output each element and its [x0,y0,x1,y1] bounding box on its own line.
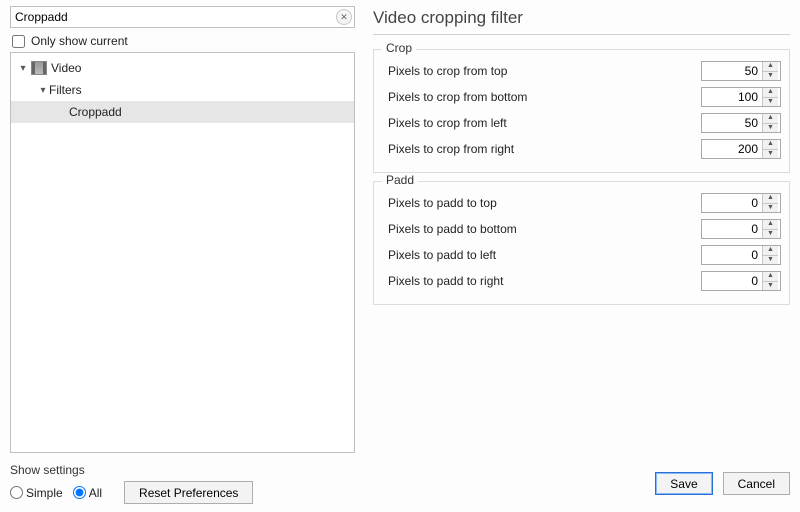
step-down-icon[interactable]: ▼ [763,97,778,107]
right-panel: Video cropping filter Crop Pixels to cro… [373,6,790,453]
tree-node-croppadd[interactable]: Croppadd [11,101,354,123]
footer: Show settings Simple All Reset Preferenc… [10,453,790,504]
crop-top-input[interactable] [702,62,762,80]
crop-right-input[interactable] [702,140,762,158]
padd-bottom-spinbox[interactable]: ▲▼ [701,219,781,239]
only-show-current-checkbox[interactable] [12,35,25,48]
divider [373,34,790,35]
preferences-tree[interactable]: ▾ Video ▾ Filters Croppadd [10,52,355,453]
save-button[interactable]: Save [655,472,712,495]
field-label: Pixels to padd to top [382,196,701,210]
group-padd: Padd Pixels to padd to top ▲▼ Pixels to … [373,181,790,305]
step-up-icon[interactable]: ▲ [763,88,778,97]
step-up-icon[interactable]: ▲ [763,140,778,149]
radio-all-input[interactable] [73,486,86,499]
field-crop-left: Pixels to crop from left ▲▼ [382,110,781,136]
field-padd-top: Pixels to padd to top ▲▼ [382,190,781,216]
step-up-icon[interactable]: ▲ [763,194,778,203]
field-label: Pixels to padd to right [382,274,701,288]
tree-node-label: Video [51,61,81,75]
cancel-button[interactable]: Cancel [723,472,790,495]
step-up-icon[interactable]: ▲ [763,62,778,71]
search-input[interactable] [10,6,355,28]
radio-all-label: All [89,486,102,500]
step-up-icon[interactable]: ▲ [763,246,778,255]
step-down-icon[interactable]: ▼ [763,203,778,213]
crop-left-input[interactable] [702,114,762,132]
padd-bottom-input[interactable] [702,220,762,238]
group-padd-title: Padd [382,173,418,187]
padd-left-input[interactable] [702,246,762,264]
video-icon [31,61,47,75]
left-panel: ✕ Only show current ▾ Video ▾ Filters [10,6,355,453]
radio-simple-label: Simple [26,486,63,500]
padd-top-input[interactable] [702,194,762,212]
field-label: Pixels to crop from bottom [382,90,701,104]
step-down-icon[interactable]: ▼ [763,229,778,239]
field-crop-bottom: Pixels to crop from bottom ▲▼ [382,84,781,110]
field-label: Pixels to padd to left [382,248,701,262]
tree-node-label: Croppadd [69,105,122,119]
step-down-icon[interactable]: ▼ [763,281,778,291]
crop-bottom-spinbox[interactable]: ▲▼ [701,87,781,107]
show-settings-label: Show settings [10,463,253,477]
reset-preferences-button[interactable]: Reset Preferences [124,481,253,504]
step-down-icon[interactable]: ▼ [763,149,778,159]
step-down-icon[interactable]: ▼ [763,123,778,133]
field-crop-right: Pixels to crop from right ▲▼ [382,136,781,162]
step-down-icon[interactable]: ▼ [763,71,778,81]
step-up-icon[interactable]: ▲ [763,272,778,281]
crop-top-spinbox[interactable]: ▲▼ [701,61,781,81]
padd-right-input[interactable] [702,272,762,290]
field-label: Pixels to crop from top [382,64,701,78]
tree-node-filters[interactable]: ▾ Filters [11,79,354,101]
padd-left-spinbox[interactable]: ▲▼ [701,245,781,265]
crop-right-spinbox[interactable]: ▲▼ [701,139,781,159]
group-crop-title: Crop [382,41,416,55]
step-up-icon[interactable]: ▲ [763,220,778,229]
radio-simple-input[interactable] [10,486,23,499]
radio-all[interactable]: All [73,486,102,500]
crop-bottom-input[interactable] [702,88,762,106]
padd-top-spinbox[interactable]: ▲▼ [701,193,781,213]
radio-simple[interactable]: Simple [10,486,63,500]
field-padd-bottom: Pixels to padd to bottom ▲▼ [382,216,781,242]
clear-search-icon[interactable]: ✕ [336,9,352,25]
only-show-current-label: Only show current [31,34,128,48]
step-up-icon[interactable]: ▲ [763,114,778,123]
field-crop-top: Pixels to crop from top ▲▼ [382,58,781,84]
page-title: Video cropping filter [373,8,790,28]
field-padd-left: Pixels to padd to left ▲▼ [382,242,781,268]
field-padd-right: Pixels to padd to right ▲▼ [382,268,781,294]
tree-node-label: Filters [49,83,82,97]
step-down-icon[interactable]: ▼ [763,255,778,265]
field-label: Pixels to padd to bottom [382,222,701,236]
crop-left-spinbox[interactable]: ▲▼ [701,113,781,133]
chevron-down-icon[interactable]: ▾ [37,85,49,96]
tree-node-video[interactable]: ▾ Video [11,57,354,79]
chevron-down-icon[interactable]: ▾ [17,63,29,74]
field-label: Pixels to crop from right [382,142,701,156]
group-crop: Crop Pixels to crop from top ▲▼ Pixels t… [373,49,790,173]
field-label: Pixels to crop from left [382,116,701,130]
padd-right-spinbox[interactable]: ▲▼ [701,271,781,291]
